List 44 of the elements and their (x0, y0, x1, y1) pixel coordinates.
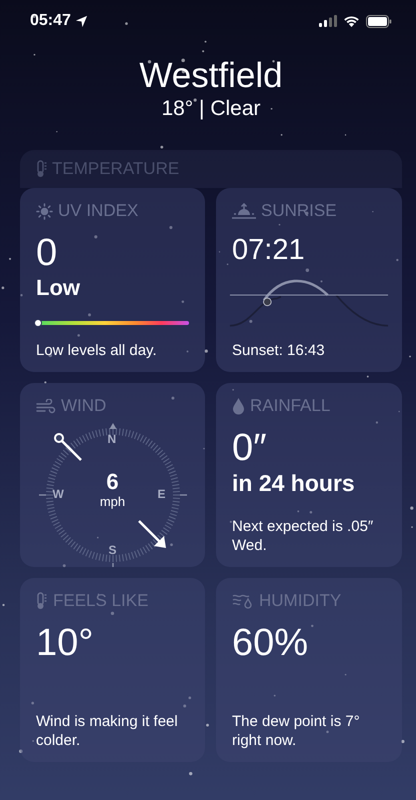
tile-title: FEELS LIKE (53, 591, 148, 611)
signal-icon (319, 15, 337, 27)
tile-note: The dew point is 7° right now. (232, 712, 361, 750)
city-name: Westfield (139, 56, 283, 96)
sunrise-time: 07:21 (232, 233, 306, 267)
weather-tile[interactable]: FEELS LIKE 10° Wind is making it feel colder. (20, 578, 205, 762)
tile-title: WIND (61, 396, 106, 416)
wind-icon (36, 398, 56, 414)
tile-note: Low levels all day. (36, 341, 158, 360)
tile-note: Next expected is .05″ Wed. (232, 517, 374, 555)
wind-unit: mph (100, 494, 126, 510)
sunrise-icon (232, 202, 256, 220)
raindrop-icon (232, 397, 245, 415)
compass-direction: E (158, 487, 166, 501)
weather-tile[interactable]: RAINFALL 0″ in 24 hours Next expected is .05″ Wed. (216, 383, 402, 567)
sunset-time: Sunset: 16:43 (232, 341, 326, 360)
location-arrow-icon (74, 14, 88, 28)
tile-title: UV INDEX (58, 201, 138, 221)
compass-direction: W (52, 487, 64, 501)
weather-tile[interactable]: UV INDEX 0 Low Low levels all day. (20, 188, 205, 372)
tile-note: Wind is making it feel colder. (36, 712, 179, 750)
thermometer-icon (36, 592, 48, 610)
weather-tile[interactable]: SUNRISE 07:21 Sunset: 16:43 (216, 188, 402, 372)
rainfall-period: in 24 hours (232, 470, 356, 496)
sun-icon (36, 202, 53, 220)
compass-direction: S (108, 543, 117, 557)
uv-value: 0 (36, 231, 58, 275)
tile-value: 60% (232, 621, 310, 665)
tile-title: RAINFALL (250, 396, 330, 416)
tile-title: HUMIDITY (259, 591, 342, 611)
battery-icon (366, 14, 392, 28)
humidity-icon (232, 593, 254, 609)
thermometer-icon (36, 160, 48, 178)
weather-tile[interactable]: WIND N E S W 6 mph (20, 383, 205, 567)
uv-level-label: Low (36, 275, 81, 301)
weather-tile[interactable]: HUMIDITY 60% The dew point is 7° right now. (216, 578, 402, 762)
weather-summary: 18° | Clear (161, 96, 261, 122)
tile-title: SUNRISE (261, 201, 337, 221)
status-time: 05:47 (30, 12, 71, 30)
rainfall-value: 0″ (232, 426, 268, 470)
wifi-icon (343, 15, 360, 27)
tile-value: 10° (36, 621, 94, 665)
wind-speed: 6 (106, 470, 119, 494)
compass-direction: N (108, 432, 116, 446)
